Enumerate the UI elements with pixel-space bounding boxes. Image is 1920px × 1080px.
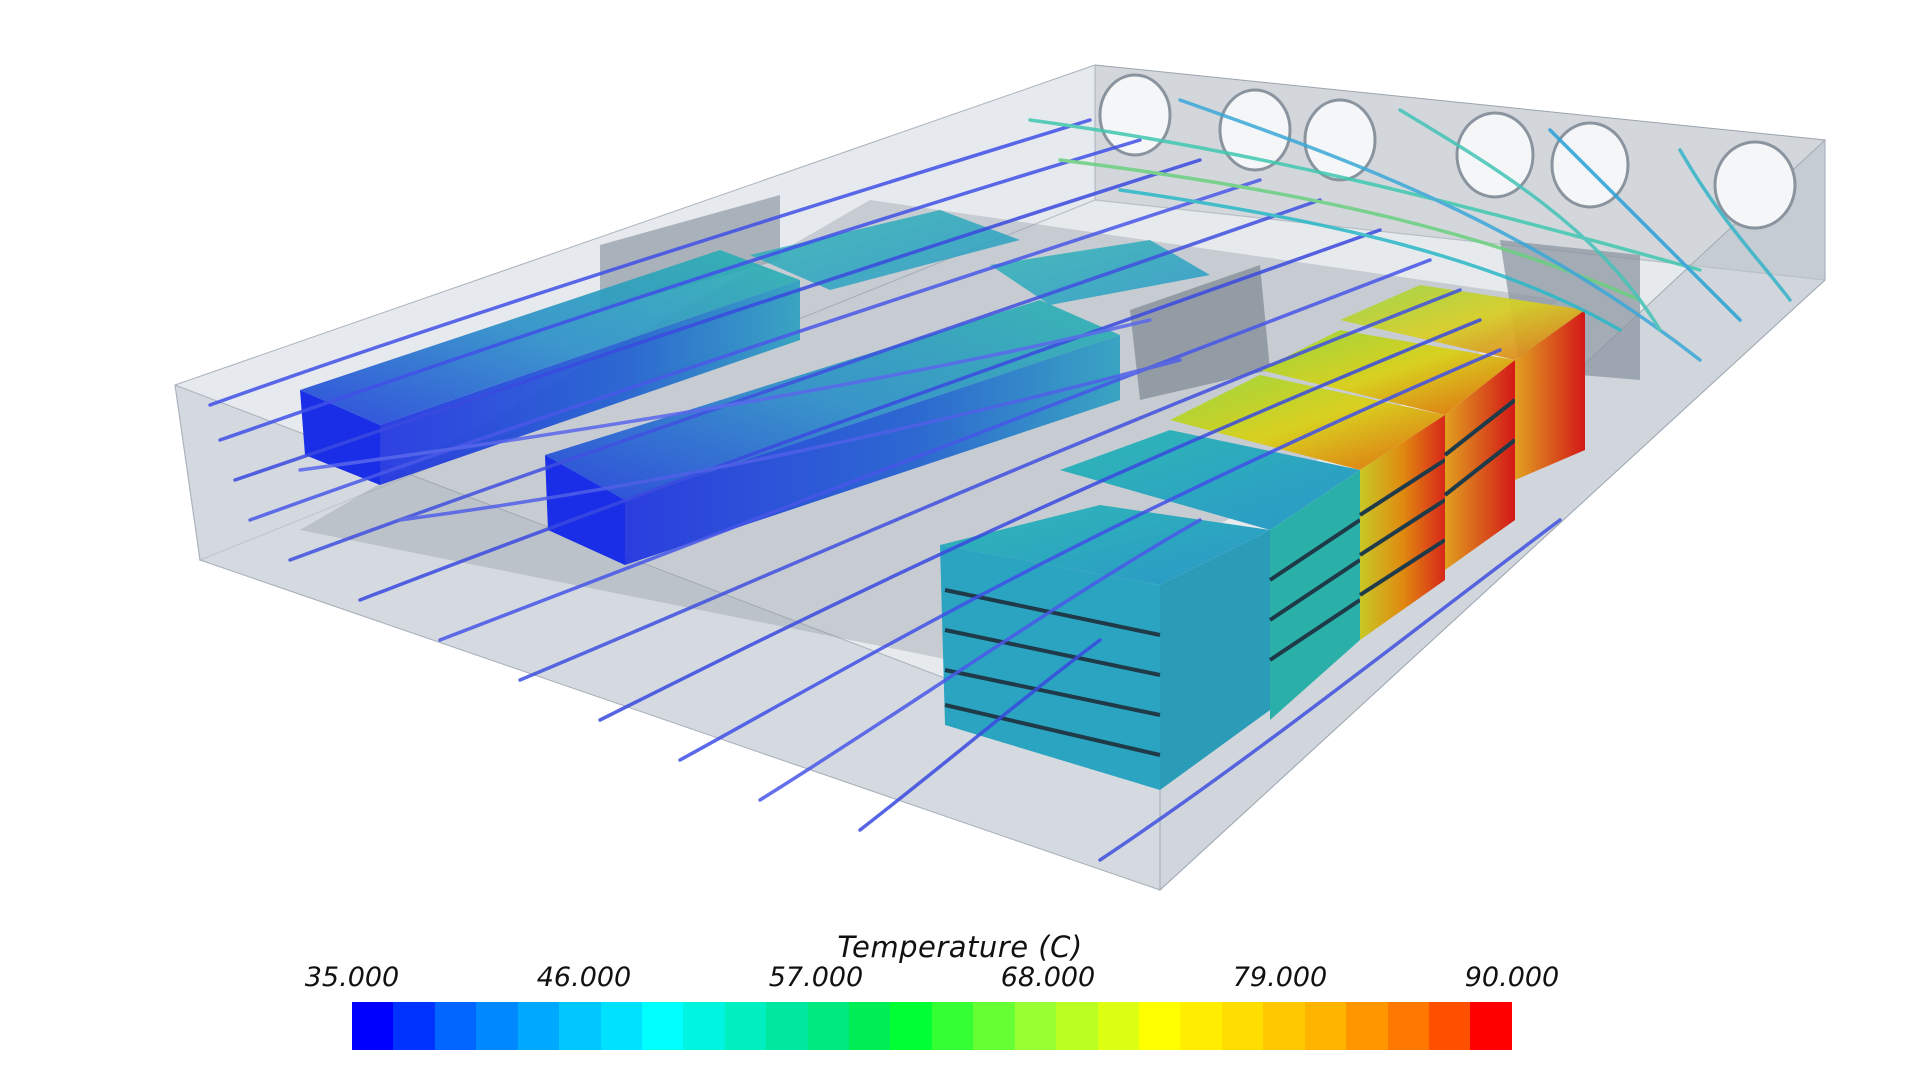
legend-tick-3: 68.000 [1000, 962, 1096, 993]
colorbar-swatch [641, 1002, 684, 1050]
colorbar-swatch [931, 1002, 974, 1050]
colorbar-swatch [600, 1002, 642, 1050]
fan-icon [1713, 140, 1797, 230]
colorbar-swatch [766, 1002, 808, 1050]
colorbar-swatch [1221, 1002, 1264, 1050]
colorbar-swatch [683, 1002, 725, 1050]
colorbar-swatch [1180, 1002, 1222, 1050]
legend-title: Temperature (C) [837, 930, 1083, 964]
colorbar-swatch [1304, 1002, 1347, 1050]
colorbar-swatch [434, 1002, 477, 1050]
legend-tick-0: 35.000 [304, 962, 400, 993]
colorbar-swatch [393, 1002, 435, 1050]
legend-tick-4: 79.000 [1232, 962, 1328, 993]
fan-icon [1455, 111, 1535, 199]
temperature-colorbar [352, 1002, 1512, 1050]
colorbar-swatch [1056, 1002, 1098, 1050]
colorbar-swatch [1428, 1002, 1471, 1050]
colorbar-swatch [890, 1002, 932, 1050]
colorbar-swatch [807, 1002, 850, 1050]
colorbar-swatch [973, 1002, 1015, 1050]
colorbar-swatch [1346, 1002, 1388, 1050]
colorbar-swatch [1097, 1002, 1140, 1050]
colorbar-swatch [724, 1002, 767, 1050]
colorbar-swatch [1263, 1002, 1305, 1050]
colorbar-swatch [1139, 1002, 1181, 1050]
colorbar-swatch [559, 1002, 601, 1050]
legend-tick-2: 57.000 [768, 962, 864, 993]
temperature-legend: Temperature (C) 35.000 46.000 57.000 68.… [0, 930, 1920, 1070]
legend-tick-5: 90.000 [1464, 962, 1560, 993]
colorbar-swatch [517, 1002, 560, 1050]
colorbar-swatch [1387, 1002, 1429, 1050]
legend-tick-1: 46.000 [536, 962, 632, 993]
colorbar-swatch [849, 1002, 891, 1050]
colorbar-swatch [352, 1002, 394, 1050]
colorbar-swatch [476, 1002, 518, 1050]
colorbar-swatch [1470, 1002, 1512, 1050]
colorbar-swatch [1014, 1002, 1057, 1050]
server-enclosure-scene [174, 64, 1827, 892]
